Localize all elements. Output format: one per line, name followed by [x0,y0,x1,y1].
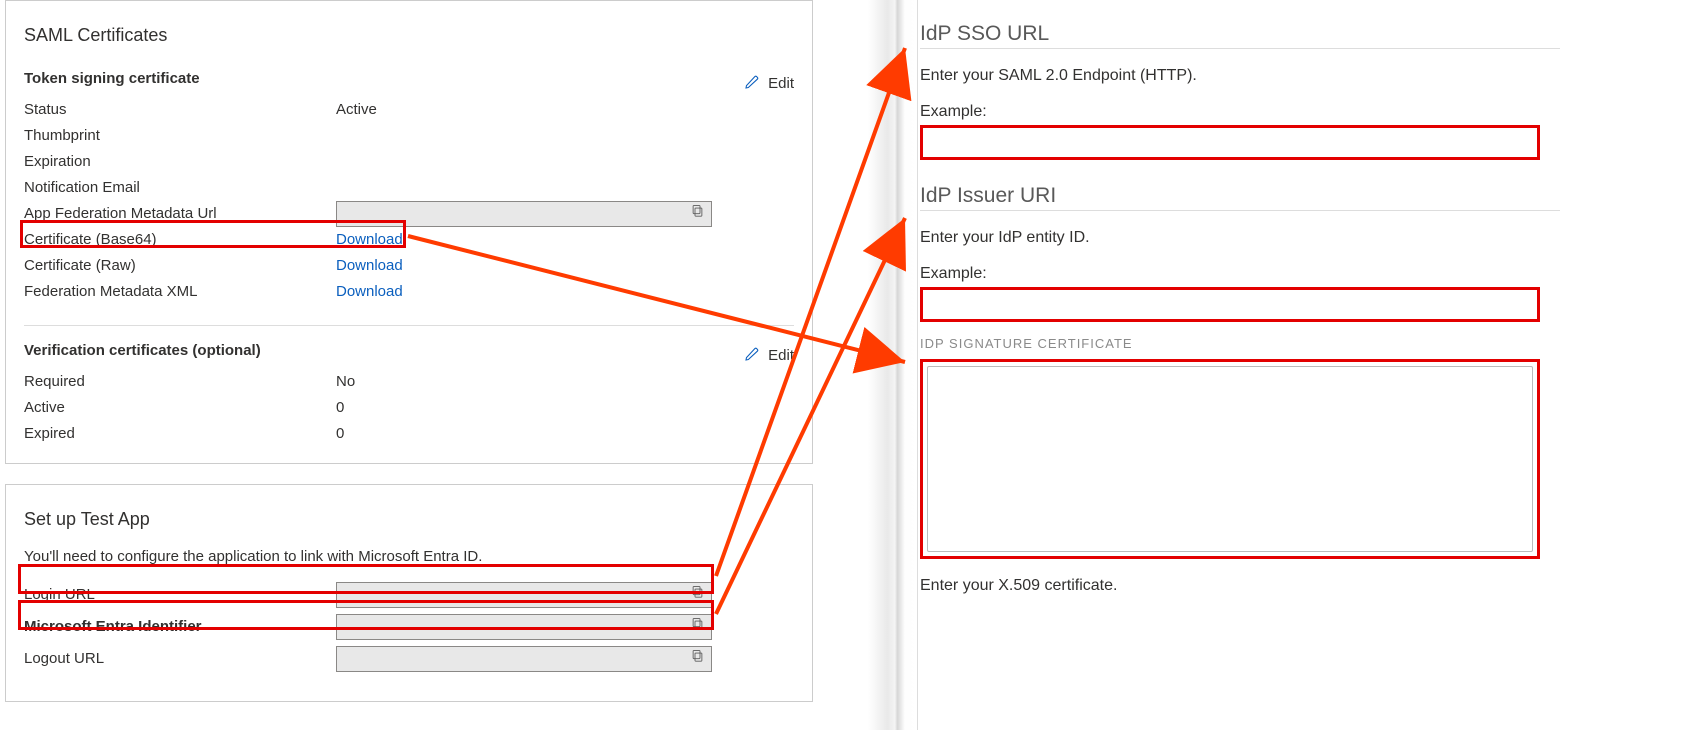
edit-label: Edit [768,347,794,364]
required-label: Required [24,369,336,395]
divider [24,325,794,326]
copy-icon[interactable] [690,201,705,227]
app-fed-url-label: App Federation Metadata Url [24,201,336,227]
login-url-label: Login URL [24,582,336,608]
logout-url-row: Logout URL [24,643,794,675]
idp-sso-url-heading: IdP SSO URL [920,22,1560,49]
active-row: Active 0 [24,395,794,421]
fed-xml-label: Federation Metadata XML [24,279,336,305]
expired-row: Expired 0 [24,421,794,447]
idp-signature-cert-textarea[interactable] [927,366,1533,552]
logout-url-box[interactable] [336,646,712,672]
cert-b64-row: Certificate (Base64) Download [24,227,794,253]
app-fed-url-box[interactable] [336,201,712,227]
thumbprint-label: Thumbprint [24,123,336,149]
cert-raw-label: Certificate (Raw) [24,253,336,279]
saml-certificates-title: SAML Certificates [24,25,794,46]
copy-icon[interactable] [690,582,705,608]
app-fed-url-value [336,201,794,227]
app-fed-url-row: App Federation Metadata Url [24,201,794,227]
idp-sso-example-label: Example: [920,103,1560,121]
thumbprint-row: Thumbprint [24,123,794,149]
page-spine [868,0,918,730]
cert-raw-row: Certificate (Raw) Download [24,253,794,279]
setup-note: You'll need to configure the application… [24,548,794,565]
active-value: 0 [336,395,794,421]
entra-id-box[interactable] [336,614,712,640]
expiration-row: Expiration [24,149,794,175]
copy-icon[interactable] [690,614,705,640]
status-row: Status Active [24,97,794,123]
fed-xml-download-link[interactable]: Download [336,283,403,300]
expired-label: Expired [24,421,336,447]
idp-issuer-uri-heading: IdP Issuer URI [920,184,1560,211]
entra-id-label: Microsoft Entra Identifier [24,614,336,640]
idp-signature-cert-subhead: IDP SIGNATURE CERTIFICATE [920,336,1560,351]
status-label: Status [24,97,336,123]
notification-email-row: Notification Email [24,175,794,201]
idp-sso-url-input[interactable] [920,125,1540,160]
logout-url-label: Logout URL [24,646,336,672]
pencil-icon [744,346,760,366]
idp-signature-cert-highlight [920,359,1540,559]
cert-b64-download-link[interactable]: Download [336,231,403,248]
login-url-box[interactable] [336,582,712,608]
setup-title: Set up Test App [24,509,794,530]
idp-issuer-example-label: Example: [920,265,1560,283]
token-signing-section-title: Token signing certificate [24,70,200,87]
copy-icon[interactable] [690,646,705,672]
cert-b64-label: Certificate (Base64) [24,227,336,253]
expiration-label: Expiration [24,149,336,175]
status-value: Active [336,97,794,123]
idp-issuer-desc: Enter your IdP entity ID. [920,229,1560,247]
saml-certificates-card: SAML Certificates Token signing certific… [5,0,813,464]
expired-value: 0 [336,421,794,447]
required-value: No [336,369,794,395]
setup-test-app-card: Set up Test App You'll need to configure… [5,484,813,702]
idp-signature-hint: Enter your X.509 certificate. [920,577,1560,595]
cert-raw-download-link[interactable]: Download [336,257,403,274]
notification-email-label: Notification Email [24,175,336,201]
fed-xml-row: Federation Metadata XML Download [24,279,794,305]
right-column: IdP SSO URL Enter your SAML 2.0 Endpoint… [920,0,1560,730]
edit-verification-button[interactable]: Edit [744,346,794,366]
pencil-icon [744,74,760,94]
edit-token-signing-button[interactable]: Edit [744,74,794,94]
verification-section-title: Verification certificates (optional) [24,342,261,359]
idp-issuer-input[interactable] [920,287,1540,322]
idp-sso-url-desc: Enter your SAML 2.0 Endpoint (HTTP). [920,67,1560,85]
login-url-row: Login URL [24,579,794,611]
edit-label: Edit [768,75,794,92]
active-label: Active [24,395,336,421]
required-row: Required No [24,369,794,395]
entra-id-row: Microsoft Entra Identifier [24,611,794,643]
